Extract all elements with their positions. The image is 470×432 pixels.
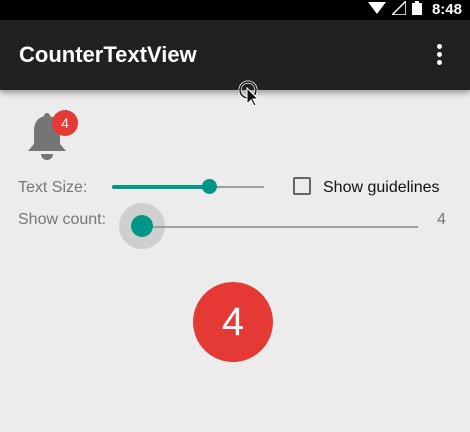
status-clock: 8:48 [431, 1, 462, 18]
show-count-value: 4 [437, 211, 446, 228]
notification-badge: 4 [52, 110, 78, 136]
battery-icon [411, 0, 422, 20]
show-guidelines-checkbox[interactable] [293, 177, 311, 195]
status-bar: 8:48 [0, 0, 470, 20]
text-size-slider-thumb[interactable] [202, 179, 217, 194]
show-count-label: Show count: [18, 211, 107, 228]
show-count-slider-thumb[interactable] [131, 215, 153, 237]
wifi-icon [367, 1, 386, 20]
app-title: CounterTextView [19, 42, 197, 67]
counter-badge: 4 [193, 282, 273, 362]
cursor-icon [238, 80, 260, 113]
text-size-slider-fill [112, 185, 209, 189]
show-guidelines-label[interactable]: Show guidelines [323, 179, 440, 197]
more-vert-icon[interactable] [434, 44, 444, 66]
app-bar: CounterTextView [0, 20, 470, 90]
signal-icon [390, 0, 407, 20]
show-count-slider-track[interactable] [142, 226, 418, 228]
text-size-label: Text Size: [18, 179, 88, 196]
